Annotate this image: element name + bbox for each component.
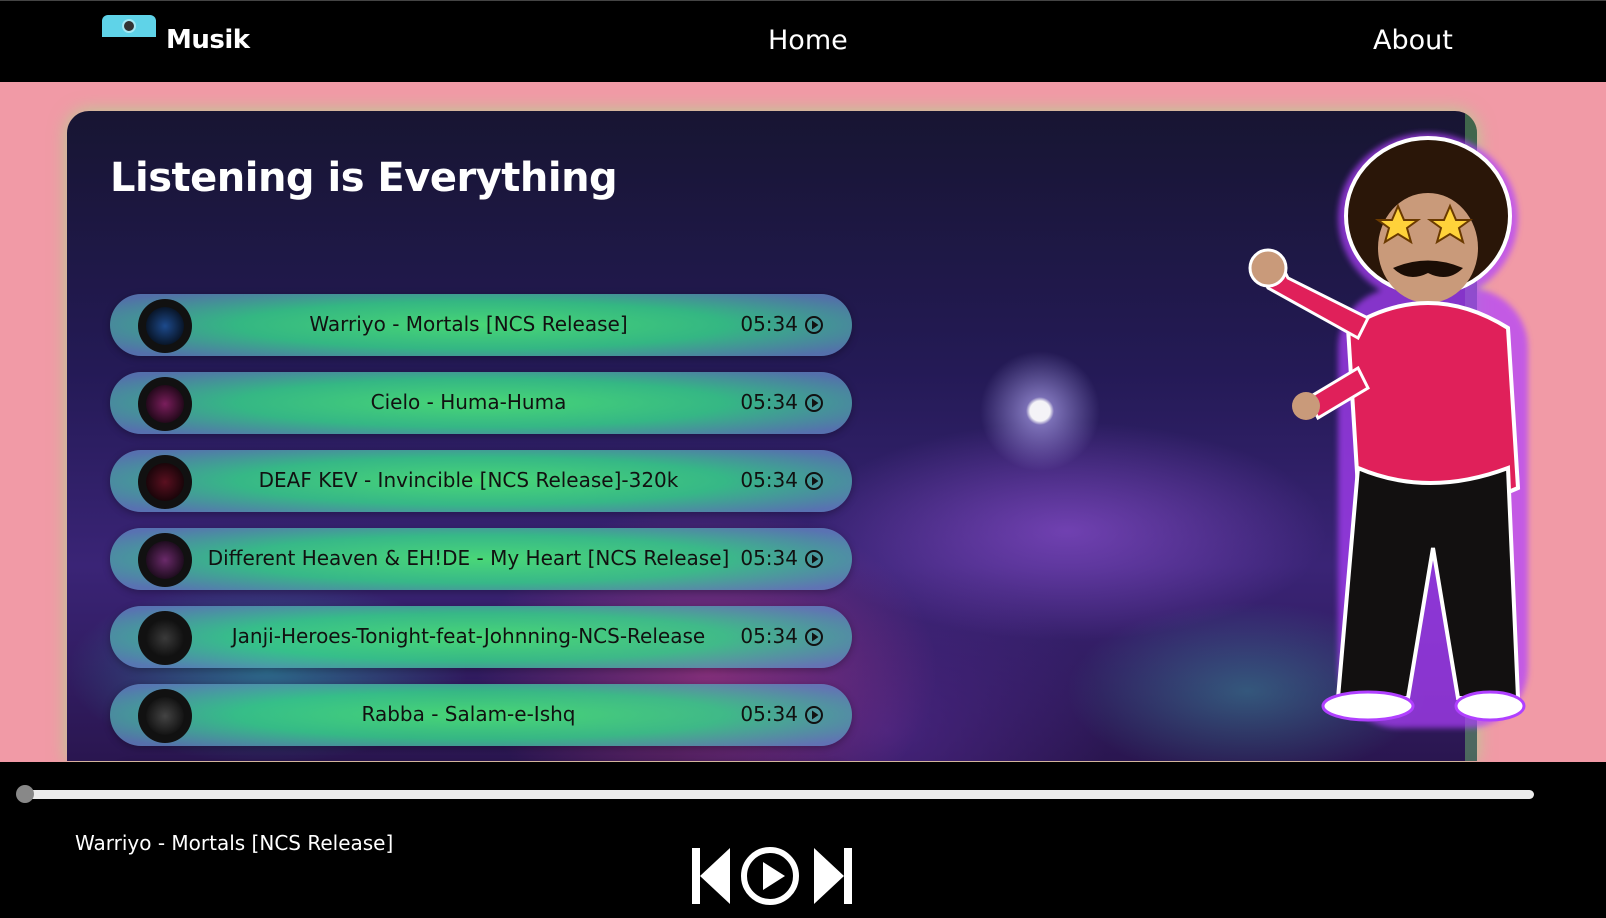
song-item[interactable]: Cielo - Huma-Huma 05:34 (110, 372, 852, 434)
song-title: Cielo - Huma-Huma (370, 390, 567, 414)
player-controls (690, 846, 854, 906)
progress-thumb[interactable] (16, 785, 34, 803)
song-cover-image (138, 533, 192, 587)
song-duration: 05:34 (740, 468, 798, 492)
play-circle-icon[interactable] (804, 705, 824, 725)
song-duration: 05:34 (740, 312, 798, 336)
song-duration: 05:34 (740, 546, 798, 570)
navbar: Musik Home About (0, 0, 1606, 82)
song-item[interactable]: Janji-Heroes-Tonight-feat-Johnning-NCS-R… (110, 606, 852, 668)
nav-about-link[interactable]: About (1373, 25, 1453, 56)
song-duration: 05:34 (740, 624, 798, 648)
song-title: DEAF KEV - Invincible [NCS Release]-320k (258, 468, 679, 492)
skip-forward-icon[interactable] (812, 846, 854, 906)
song-item[interactable]: Warriyo - Mortals [NCS Release] 05:34 (110, 294, 852, 356)
song-duration: 05:34 (740, 390, 798, 414)
song-title: Janji-Heroes-Tonight-feat-Johnning-NCS-R… (231, 624, 706, 648)
song-title: Rabba - Salam-e-Ishq (361, 702, 576, 726)
play-circle-icon[interactable] (804, 549, 824, 569)
song-title: Warriyo - Mortals [NCS Release] (309, 312, 628, 336)
song-item[interactable]: DEAF KEV - Invincible [NCS Release]-320k… (110, 450, 852, 512)
song-cover-image (138, 455, 192, 509)
progress-slider[interactable] (16, 785, 1534, 803)
song-cover-image (138, 299, 192, 353)
logo-icon[interactable] (102, 15, 156, 37)
nav-home-link[interactable]: Home (768, 25, 848, 56)
play-circle-icon[interactable] (804, 471, 824, 491)
page-title: Listening is Everything (110, 155, 618, 201)
now-playing-title: Warriyo - Mortals [NCS Release] (75, 831, 394, 855)
brand-name[interactable]: Musik (166, 25, 250, 55)
song-cover-image (138, 611, 192, 665)
song-title: Different Heaven & EH!DE - My Heart [NCS… (207, 546, 730, 570)
song-item[interactable]: Different Heaven & EH!DE - My Heart [NCS… (110, 528, 852, 590)
dancing-man-illustration (1248, 133, 1528, 728)
song-cover-image (138, 689, 192, 743)
song-cover-image (138, 377, 192, 431)
song-item[interactable]: Rabba - Salam-e-Ishq 05:34 (110, 684, 852, 746)
play-circle-icon[interactable] (804, 627, 824, 647)
song-duration: 05:34 (740, 702, 798, 726)
skip-back-icon[interactable] (690, 846, 732, 906)
play-circle-icon[interactable] (804, 315, 824, 335)
play-circle-icon[interactable] (740, 846, 800, 906)
play-circle-icon[interactable] (804, 393, 824, 413)
player-bar: Warriyo - Mortals [NCS Release] (0, 762, 1606, 918)
song-list: Warriyo - Mortals [NCS Release] 05:34 Ciel… (110, 294, 852, 761)
